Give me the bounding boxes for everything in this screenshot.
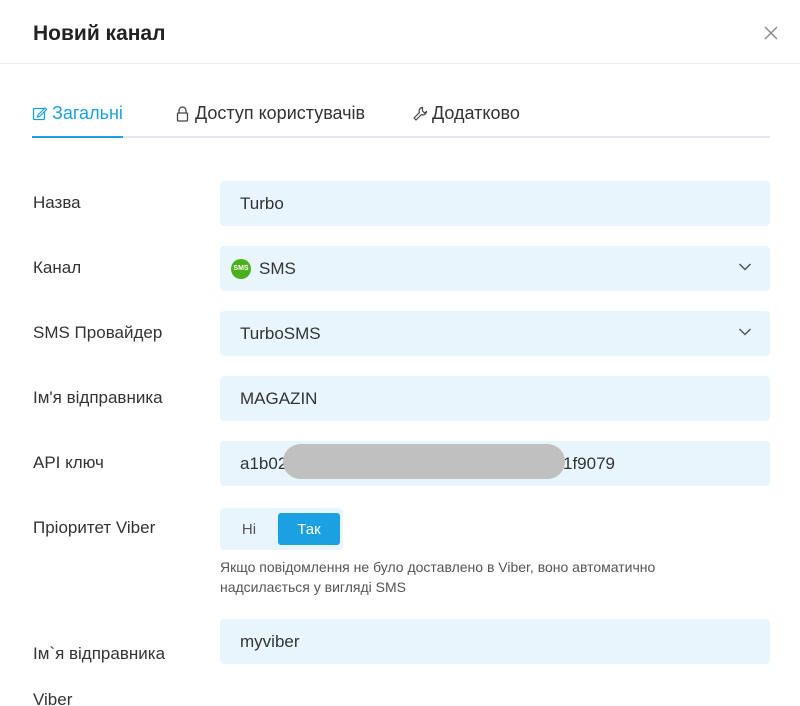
sender-name-value: MAGAZIN [240,388,318,408]
channel-label: Канал [33,258,82,277]
viber-priority-option-yes[interactable]: Так [278,513,340,545]
sms-badge-text: SMS [233,265,249,272]
tab-bar-divider [32,136,770,138]
wrench-icon [413,106,427,121]
lock-icon [176,106,189,122]
name-input[interactable]: Turbo [220,181,770,226]
active-tab-indicator [32,136,123,138]
sms-icon: SMS [231,258,251,279]
tab-additional[interactable]: Додатково [412,103,520,138]
api-key-value-end: 1f9079 [563,453,615,473]
name-label: Назва [33,193,81,212]
channel-value: SMS [259,258,296,278]
viber-priority-label: Пріоритет Viber [33,518,156,537]
chevron-down-icon [738,263,752,271]
tab-user-access-label: Доступ користувачів [195,103,366,123]
viber-sender-value: myviber [240,631,300,651]
viber-priority-hint: Якщо повідомлення не було доставлено в V… [220,559,656,595]
viber-priority-option-no[interactable]: Ні [226,513,272,545]
edit-icon [32,107,47,121]
viber-sender-input[interactable]: myviber [220,619,770,664]
sender-name-input[interactable]: MAGAZIN [220,376,770,421]
sender-name-label: Ім'я відправника [33,388,163,407]
name-value: Turbo [240,193,284,213]
tab-general-label: Загальні [52,103,123,123]
provider-select[interactable]: TurboSMS [220,311,770,356]
tab-additional-label: Додатково [432,103,520,123]
dialog-header: Новий канал [0,0,800,64]
channel-select[interactable]: SMS SMS [220,246,770,291]
tab-bar: Загальні Доступ користувачів Додатково [32,96,770,138]
chevron-down-icon [738,328,752,336]
api-key-label: API ключ [33,453,104,472]
tab-general[interactable]: Загальні [32,103,123,138]
redaction-mask [283,444,565,479]
viber-sender-label: Ім`я відправника Viber [33,644,166,706]
provider-value: TurboSMS [240,323,321,343]
viber-priority-toggle: Ні Так [220,508,343,550]
provider-label: SMS Провайдер [33,323,163,342]
api-key-value-start: a1b02 [240,453,288,473]
dialog-title: Новий канал [33,22,166,45]
close-icon[interactable] [762,24,780,42]
tab-user-access[interactable]: Доступ користувачів [175,103,365,138]
